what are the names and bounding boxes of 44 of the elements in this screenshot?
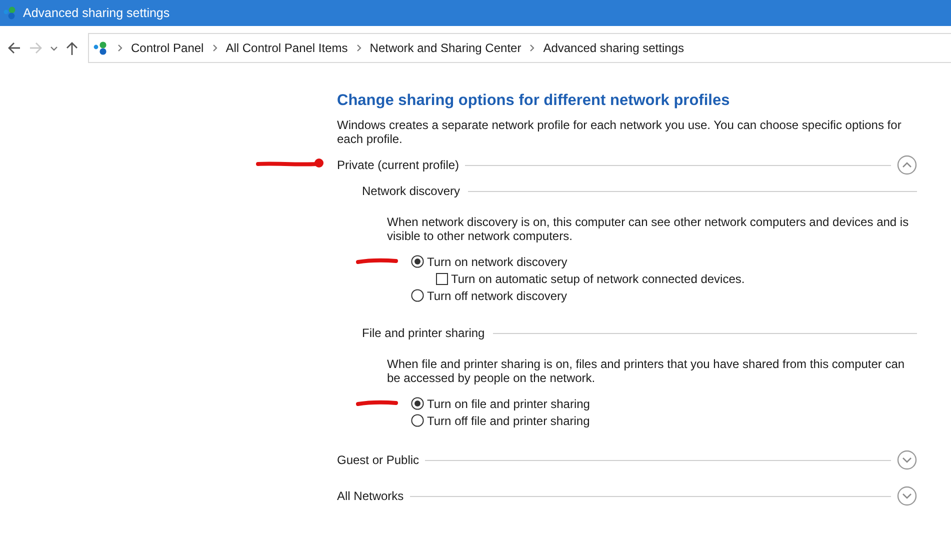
- profile-title: Private (current profile): [337, 158, 460, 172]
- radio-button[interactable]: [411, 414, 424, 427]
- back-button[interactable]: [6, 40, 22, 56]
- expand-toggle[interactable]: [897, 486, 917, 506]
- breadcrumb-item[interactable]: All Control Panel Items: [226, 41, 348, 55]
- breadcrumb-item[interactable]: Advanced sharing settings: [543, 41, 684, 55]
- section-description: When file and printer sharing is on, files and printers that you have shared from this computer can be accessed by people on the network.: [387, 357, 906, 385]
- forward-arrow-icon: [28, 40, 44, 56]
- breadcrumb-item[interactable]: Network and Sharing Center: [370, 41, 522, 55]
- intro-text: Windows creates a separate network profile for each network you use. You can choose specific options for each profile.: [337, 118, 902, 146]
- breadcrumb-item[interactable]: Control Panel: [131, 41, 204, 55]
- option-label[interactable]: Turn on automatic setup of network connected devices.: [451, 272, 745, 286]
- section-title: File and printer sharing: [362, 326, 485, 340]
- address-bar[interactable]: Control Panel All Control Panel Items Network and Sharing Center Advanced sharing settings: [88, 33, 951, 63]
- recent-locations-button[interactable]: [50, 46, 58, 50]
- option-label[interactable]: Turn off file and printer sharing: [427, 414, 590, 428]
- radio-button[interactable]: [411, 397, 424, 410]
- window-title: Advanced sharing settings: [23, 6, 170, 20]
- expand-chevron-icon: [897, 486, 917, 506]
- page-heading: Change sharing options for different network profiles: [337, 92, 731, 110]
- back-arrow-icon: [6, 40, 22, 56]
- checkbox[interactable]: [436, 272, 448, 284]
- radio-button[interactable]: [411, 289, 424, 302]
- up-button[interactable]: [64, 40, 80, 56]
- network-icon: [93, 40, 109, 56]
- chevron-right-icon: [117, 43, 123, 53]
- expand-chevron-icon: [897, 450, 917, 470]
- collapse-chevron-icon: [897, 155, 917, 175]
- chevron-down-icon: [50, 46, 58, 50]
- section-description: When network discovery is on, this computer can see other network computers and devices and is visible to other network computers.: [387, 215, 910, 243]
- chevron-right-icon: [356, 43, 362, 53]
- option-label[interactable]: Turn off network discovery: [427, 288, 568, 302]
- radio-button[interactable]: [411, 255, 424, 268]
- expand-toggle[interactable]: [897, 155, 917, 175]
- network-icon: [3, 6, 17, 20]
- chevron-right-icon: [529, 43, 536, 53]
- up-arrow-icon: [64, 40, 80, 56]
- option-label[interactable]: Turn on network discovery: [427, 254, 568, 268]
- profile-title: Guest or Public: [337, 453, 420, 467]
- option-label[interactable]: Turn on file and printer sharing: [427, 396, 590, 410]
- section-title: Network discovery: [362, 184, 460, 198]
- profile-title: All Networks: [337, 489, 404, 503]
- expand-toggle[interactable]: [897, 450, 917, 470]
- chevron-right-icon: [212, 43, 218, 53]
